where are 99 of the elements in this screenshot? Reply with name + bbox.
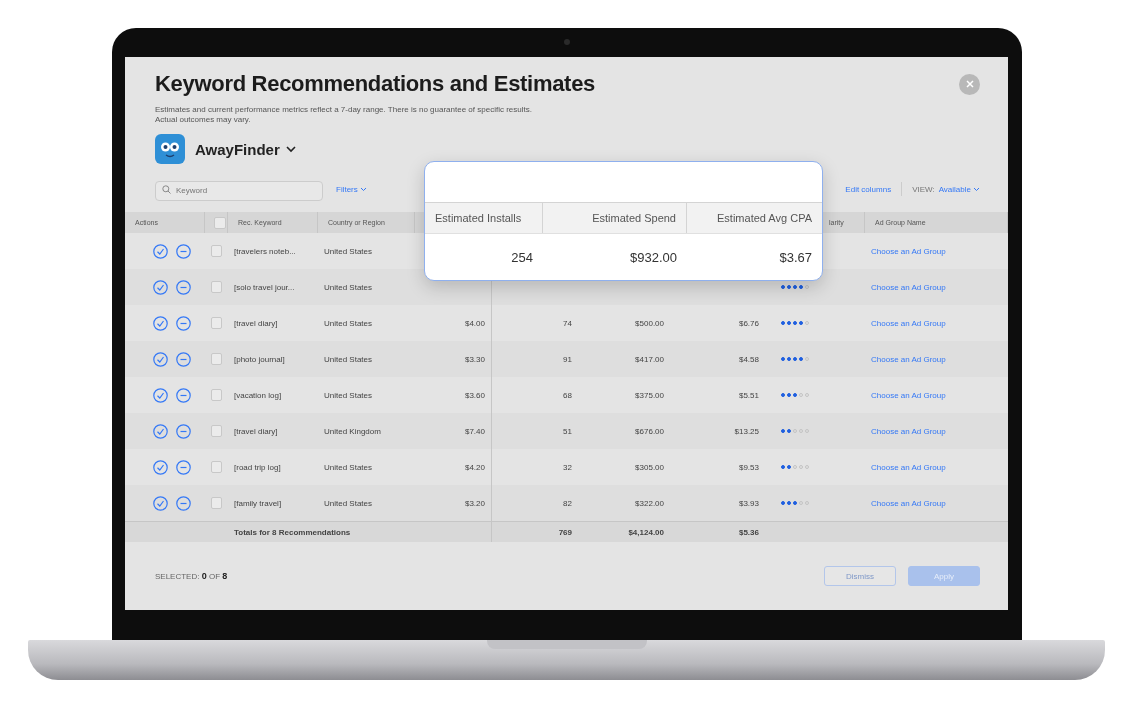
- table-cell: 769: [558, 527, 572, 537]
- ad-group-link[interactable]: Choose an Ad Group: [871, 318, 946, 328]
- accept-icon: [153, 351, 168, 367]
- checkbox[interactable]: [211, 461, 222, 473]
- table-cell: $5.36: [738, 527, 759, 537]
- checkbox[interactable]: [211, 317, 222, 329]
- table-cell: $9.53: [738, 462, 759, 472]
- estimate-value: $932.00: [630, 249, 677, 265]
- accept-icon: [153, 495, 168, 511]
- table-cell: United States: [324, 354, 373, 364]
- edit-columns-link[interactable]: Edit columns: [845, 184, 892, 194]
- table-cell: United States: [324, 318, 373, 328]
- table-cell: United States: [324, 390, 373, 400]
- checkbox[interactable]: [211, 245, 222, 257]
- accept-icon: [153, 459, 168, 475]
- remove-icon: [176, 387, 191, 403]
- app-icon: [155, 134, 185, 164]
- totals-label: Totals for 8 Recommendations: [234, 527, 351, 537]
- table-cell: $500.00: [635, 318, 664, 328]
- table-cell: $3.60: [464, 390, 485, 400]
- table-cell: [travelers noteb...: [234, 246, 296, 256]
- table-cell: $3.93: [738, 498, 759, 508]
- selection-count: SELECTED: 0 OF 8: [155, 571, 228, 581]
- ad-group-link[interactable]: Choose an Ad Group: [871, 462, 946, 472]
- remove-icon: [176, 315, 191, 331]
- checkbox[interactable]: [211, 425, 222, 437]
- table-cell: $3.30: [464, 354, 485, 364]
- close-icon: [965, 80, 974, 88]
- checkbox[interactable]: [214, 216, 226, 229]
- chevron-down-icon: [973, 186, 980, 192]
- table-cell: [road trip log]: [234, 462, 281, 472]
- view-label: VIEW:: [912, 184, 935, 194]
- table-cell: $4.00: [464, 318, 485, 328]
- checkbox[interactable]: [211, 281, 222, 293]
- table-cell: $322.00: [635, 498, 664, 508]
- close-button[interactable]: [959, 73, 980, 95]
- ad-group-link[interactable]: Choose an Ad Group: [871, 426, 946, 436]
- table-cell: United States: [324, 246, 373, 256]
- view-dropdown[interactable]: Available: [938, 184, 980, 194]
- table-cell: United States: [324, 282, 373, 292]
- table-cell: $417.00: [635, 354, 664, 364]
- accept-icon: [153, 423, 168, 439]
- table-cell: [family travel]: [234, 498, 282, 508]
- remove-icon: [176, 459, 191, 475]
- table-cell: 82: [563, 498, 572, 508]
- accept-icon: [153, 387, 168, 403]
- table-cell: $7.40: [464, 426, 485, 436]
- table-cell: $676.00: [635, 426, 664, 436]
- column-header: Estimated Avg CPA: [717, 212, 812, 224]
- table-cell: $305.00: [635, 462, 664, 472]
- table-cell: 68: [563, 390, 572, 400]
- filters-button[interactable]: Filters: [336, 184, 367, 194]
- accept-icon: [153, 243, 168, 259]
- checkbox[interactable]: [211, 353, 222, 365]
- checkbox[interactable]: [211, 389, 222, 401]
- app-selector[interactable]: AwayFinder: [195, 140, 296, 158]
- ad-group-link[interactable]: Choose an Ad Group: [871, 354, 946, 364]
- table-cell: [photo journal]: [234, 354, 285, 364]
- table-cell: [travel diary]: [234, 318, 278, 328]
- column-header: Estimated Spend: [592, 212, 676, 224]
- chevron-down-icon: [359, 186, 367, 192]
- chevron-down-icon: [285, 145, 296, 153]
- remove-icon: [176, 243, 191, 259]
- accept-icon: [153, 279, 168, 295]
- table-cell: [travel diary]: [234, 426, 278, 436]
- table-cell: United States: [324, 462, 373, 472]
- table-cell: [vacation log]: [234, 390, 282, 400]
- table-cell: $4,124.00: [628, 527, 664, 537]
- ad-group-link[interactable]: Choose an Ad Group: [871, 246, 946, 256]
- ad-group-link[interactable]: Choose an Ad Group: [871, 498, 946, 508]
- column-header: Estimated Installs: [435, 212, 522, 224]
- table-cell: $13.25: [734, 426, 759, 436]
- table-cell: $5.51: [738, 390, 759, 400]
- remove-icon: [176, 279, 191, 295]
- checkbox[interactable]: [211, 497, 222, 509]
- remove-icon: [176, 495, 191, 511]
- table-cell: $4.20: [464, 462, 485, 472]
- table-cell: United Kingdom: [324, 426, 381, 436]
- ad-group-link[interactable]: Choose an Ad Group: [871, 390, 946, 400]
- remove-icon: [176, 423, 191, 439]
- accept-icon: [153, 315, 168, 331]
- table-cell: 32: [563, 462, 572, 472]
- table-cell: $6.76: [738, 318, 759, 328]
- table-cell: 51: [563, 426, 572, 436]
- table-cell: $375.00: [635, 390, 664, 400]
- camera-icon: [564, 39, 570, 45]
- table-cell: $3.20: [464, 498, 485, 508]
- dialog-title: Keyword Recommendations and Estimates: [155, 71, 596, 97]
- table-cell: 74: [563, 318, 572, 328]
- table-cell: 91: [563, 354, 572, 364]
- estimate-value: $3.67: [779, 249, 812, 265]
- table-cell: United States: [324, 498, 373, 508]
- ad-group-link[interactable]: Choose an Ad Group: [871, 282, 946, 292]
- table-cell: [solo travel jour...: [234, 282, 295, 292]
- estimate-value: 254: [511, 249, 533, 265]
- subtitle-text: Estimates and current performance metrics reflect a 7-day range. There is no guarantee of specific results. Actual outcomes may vary.: [155, 105, 533, 125]
- search-field[interactable]: Keyword: [155, 180, 323, 201]
- remove-icon: [176, 351, 191, 367]
- table-cell: $4.58: [738, 354, 759, 364]
